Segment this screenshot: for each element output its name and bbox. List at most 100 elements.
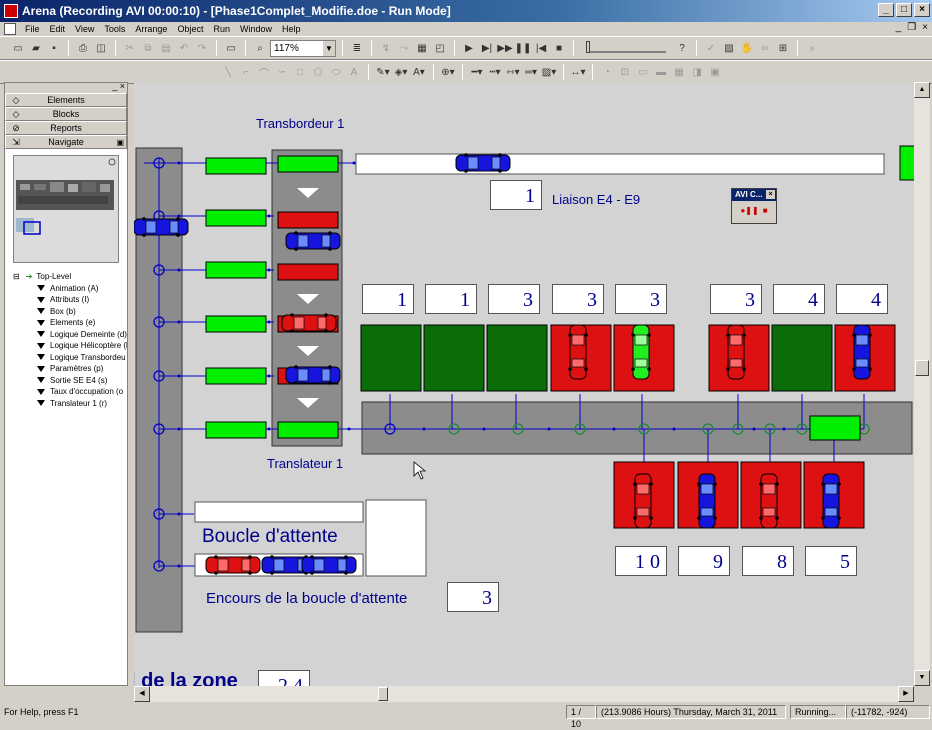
more-chevron-icon[interactable]: »	[804, 40, 820, 56]
avi-capture-window[interactable]: AVI C... × ●❚❚ ■	[731, 188, 777, 224]
line-color-icon[interactable]: ✎▾	[375, 64, 391, 80]
stop-icon[interactable]: ■	[551, 40, 567, 56]
open-icon[interactable]: ▰	[28, 40, 44, 56]
glue-icon[interactable]: ◨	[689, 64, 705, 80]
fill-pattern-icon[interactable]: ▨▾	[541, 64, 557, 80]
redo-icon[interactable]: ↷	[194, 40, 210, 56]
rulers-icon[interactable]: ▬	[653, 64, 669, 80]
avi-pause-icon[interactable]: ●❚❚	[740, 206, 758, 215]
menu-help[interactable]: Help	[277, 24, 306, 34]
scroll-right-icon[interactable]: ▶	[898, 686, 914, 702]
hand-icon[interactable]: ✋	[739, 40, 755, 56]
copy-icon[interactable]: ⧉	[140, 40, 156, 56]
chevron-down-icon[interactable]: ▼	[323, 40, 335, 56]
help-pointer-icon[interactable]: ?	[674, 40, 690, 56]
mdi-minimize-button[interactable]: _	[896, 22, 902, 33]
polyline-icon[interactable]: ⌐	[238, 64, 254, 80]
window-bg-icon[interactable]: ⊕▾	[440, 64, 456, 80]
bezier-icon[interactable]: ∽	[274, 64, 290, 80]
print-preview-icon[interactable]: ◫	[93, 40, 109, 56]
menu-object[interactable]: Object	[172, 24, 208, 34]
tree-item[interactable]: Taux d'occupation (o	[5, 386, 127, 398]
line-pattern-icon[interactable]: ═▾	[523, 64, 539, 80]
tree-item[interactable]: Elements (e)	[5, 317, 127, 329]
submodel-icon[interactable]: ⊞	[775, 40, 791, 56]
panel-elements[interactable]: ◇ Elements	[5, 93, 127, 107]
navigate-thumbnail[interactable]	[13, 155, 119, 263]
flowchart-icon[interactable]: ▣	[707, 64, 723, 80]
horizontal-scroll-thumb[interactable]	[378, 687, 388, 701]
menu-file[interactable]: File	[20, 24, 45, 34]
tree-item[interactable]: Sortie SE E4 (s)	[5, 375, 127, 387]
document-icon[interactable]	[4, 23, 16, 35]
check-icon[interactable]: ✓	[703, 40, 719, 56]
align-icon[interactable]: ◔	[599, 64, 615, 80]
screen-icon[interactable]: ▭	[223, 40, 239, 56]
route-icon[interactable]: ⤳	[396, 40, 412, 56]
guides-icon[interactable]: ▦	[671, 64, 687, 80]
close-button[interactable]: ×	[914, 3, 930, 17]
collapse-icon[interactable]: ⊟	[13, 271, 20, 283]
menu-view[interactable]: View	[70, 24, 99, 34]
scroll-down-icon[interactable]: ▼	[914, 670, 930, 686]
station-icon[interactable]: ▦	[414, 40, 430, 56]
pause-icon[interactable]: ❚❚	[515, 40, 532, 56]
panel-blocks[interactable]: ◇ Blocks	[5, 107, 127, 121]
menu-window[interactable]: Window	[235, 24, 277, 34]
maximize-button[interactable]: □	[896, 3, 912, 17]
image-icon[interactable]: ▧	[721, 40, 737, 56]
undo-icon[interactable]: ↶	[176, 40, 192, 56]
zoom-select[interactable]: 117% ▼	[270, 39, 336, 57]
avi-close-button[interactable]: ×	[766, 190, 775, 199]
snap-icon[interactable]: ▭	[635, 64, 651, 80]
project-bar-close-icon[interactable]: _ ×	[112, 81, 125, 91]
show-dimensions-icon[interactable]: ↔▾	[570, 64, 586, 80]
menu-edit[interactable]: Edit	[45, 24, 71, 34]
connect-icon[interactable]: ↯	[378, 40, 394, 56]
fast-forward-icon[interactable]: ▶▶	[497, 40, 513, 56]
zoom-icon[interactable]: ⌕	[252, 40, 268, 56]
save-icon[interactable]: ▪	[46, 40, 62, 56]
horizontal-scrollbar[interactable]: ◀ ▶	[134, 686, 914, 702]
tree-item[interactable]: Logique Demeinte (d)	[5, 329, 127, 341]
menu-run[interactable]: Run	[208, 24, 235, 34]
tree-root[interactable]: ⊟ ➔ Top-Level	[5, 271, 127, 283]
model-canvas[interactable]: Transbordeur 1 Liaison E4 - E9 Translate…	[134, 82, 914, 686]
menu-tools[interactable]: Tools	[99, 24, 130, 34]
mdi-close-button[interactable]: ×	[922, 22, 928, 33]
tree-item[interactable]: Box (b)	[5, 306, 127, 318]
grid-icon[interactable]: ⊡	[617, 64, 633, 80]
layers-icon[interactable]: ≣	[349, 40, 365, 56]
mdi-restore-button[interactable]: ❐	[907, 22, 916, 33]
text-color-icon[interactable]: A▾	[411, 64, 427, 80]
play-icon[interactable]: ▶	[461, 40, 477, 56]
polygon-icon[interactable]: ⬠	[310, 64, 326, 80]
thumbnail-icon[interactable]: ▣	[116, 138, 124, 147]
menu-arrange[interactable]: Arrange	[130, 24, 172, 34]
step-icon[interactable]: ▶|	[479, 40, 495, 56]
line-width-icon[interactable]: ━▾	[469, 64, 485, 80]
vertical-scrollbar[interactable]: ▲ ▼	[914, 82, 930, 686]
panel-reports[interactable]: ⊘ Reports	[5, 121, 127, 135]
avi-stop-icon[interactable]: ■	[763, 206, 768, 215]
box-icon[interactable]: □	[292, 64, 308, 80]
tree-item[interactable]: Logique Hélicoptère (l)	[5, 340, 127, 352]
line-icon[interactable]: ╲	[220, 64, 236, 80]
start-over-icon[interactable]: |◀	[533, 40, 549, 56]
tree-item[interactable]: Paramètres (p)	[5, 363, 127, 375]
print-icon[interactable]: ⎙	[75, 40, 91, 56]
tree-item[interactable]: Logique Transbordeu	[5, 352, 127, 364]
cut-icon[interactable]: ✂	[122, 40, 138, 56]
scroll-left-icon[interactable]: ◀	[134, 686, 150, 702]
animate-icon[interactable]: ◰	[432, 40, 448, 56]
arc-icon[interactable]: ⌒	[256, 64, 272, 80]
fill-color-icon[interactable]: ◈▾	[393, 64, 409, 80]
arrow-style-icon[interactable]: ⇿▾	[505, 64, 521, 80]
animation-speed-slider[interactable]	[586, 41, 666, 53]
scroll-up-icon[interactable]: ▲	[914, 82, 930, 98]
minimize-button[interactable]: _	[878, 3, 894, 17]
panel-navigate[interactable]: ⇲ Navigate ▣	[5, 135, 127, 149]
vertical-scroll-thumb[interactable]	[915, 360, 929, 376]
ellipse-icon[interactable]: ⬭	[328, 64, 344, 80]
link-icon[interactable]: ∞	[757, 40, 773, 56]
